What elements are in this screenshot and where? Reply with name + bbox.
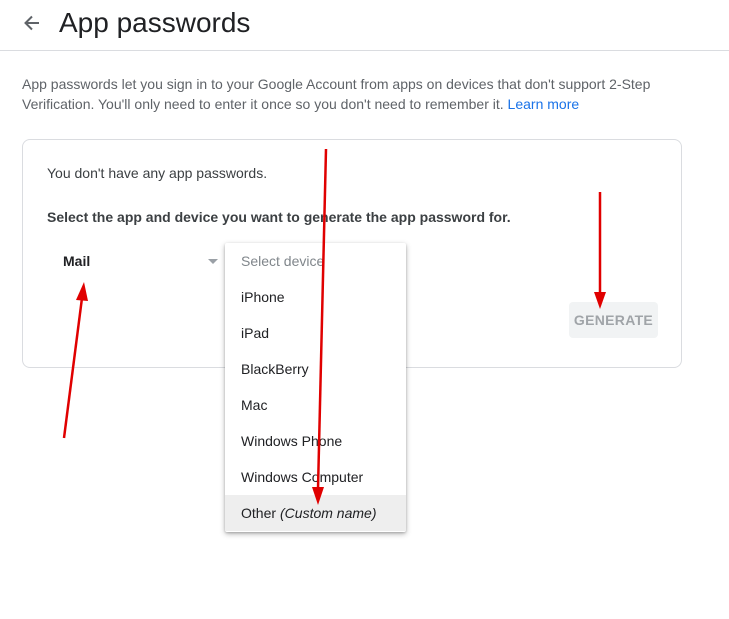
device-option-ipad[interactable]: iPad bbox=[225, 315, 406, 351]
device-option-other[interactable]: Other (Custom name) bbox=[225, 495, 406, 531]
app-select[interactable]: Mail bbox=[51, 240, 224, 284]
learn-more-link[interactable]: Learn more bbox=[508, 96, 580, 112]
device-dropdown: Select device iPhone iPad BlackBerry Mac… bbox=[225, 243, 406, 532]
page-title: App passwords bbox=[59, 7, 251, 38]
select-prompt: Select the app and device you want to ge… bbox=[47, 209, 511, 225]
device-option-mac[interactable]: Mac bbox=[225, 387, 406, 423]
device-option-iphone[interactable]: iPhone bbox=[225, 279, 406, 315]
device-option-windows-phone[interactable]: Windows Phone bbox=[225, 423, 406, 459]
page-header: App passwords bbox=[0, 0, 729, 51]
device-option-other-hint: (Custom name) bbox=[280, 505, 377, 521]
app-select-value: Mail bbox=[63, 253, 91, 269]
device-option-placeholder[interactable]: Select device bbox=[225, 243, 406, 279]
device-option-windows-computer[interactable]: Windows Computer bbox=[225, 459, 406, 495]
caret-down-icon bbox=[208, 259, 218, 264]
device-option-other-label: Other bbox=[241, 505, 277, 521]
arrow-left-icon bbox=[24, 15, 39, 31]
no-passwords-message: You don't have any app passwords. bbox=[47, 165, 268, 181]
device-option-blackberry[interactable]: BlackBerry bbox=[225, 351, 406, 387]
back-button[interactable] bbox=[18, 9, 46, 37]
intro-text: App passwords let you sign in to your Go… bbox=[22, 74, 712, 114]
generate-button[interactable]: GENERATE bbox=[569, 302, 658, 338]
